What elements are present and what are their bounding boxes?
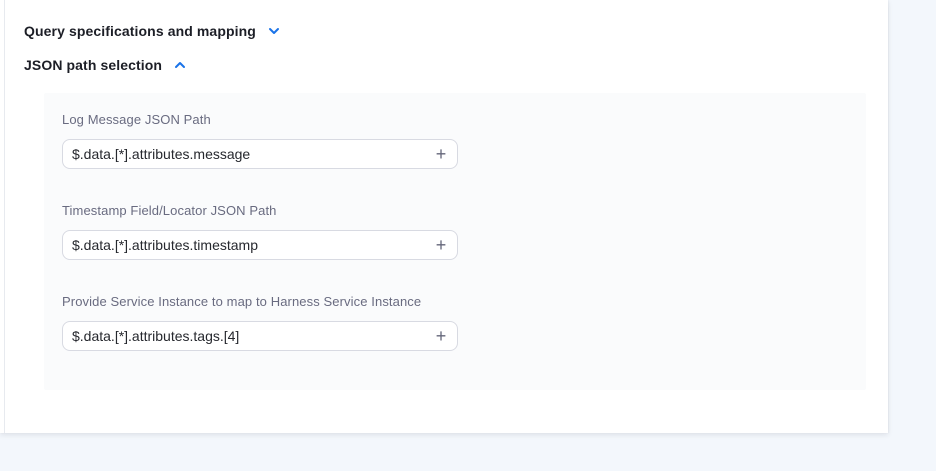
field-group-log-message: Log Message JSON Path +: [62, 112, 866, 169]
left-divider: [4, 0, 5, 433]
timestamp-json-path-input[interactable]: [62, 230, 458, 260]
json-path-panel: Log Message JSON Path + Timestamp Field/…: [44, 93, 866, 390]
input-wrap: +: [62, 139, 458, 169]
card-content: Query specifications and mapping JSON pa…: [0, 0, 888, 390]
field-label: Provide Service Instance to map to Harne…: [62, 294, 866, 309]
add-json-path-button[interactable]: +: [428, 141, 454, 167]
field-label: Log Message JSON Path: [62, 112, 866, 127]
section-header-json-path-selection[interactable]: JSON path selection: [24, 58, 888, 72]
chevron-down-icon[interactable]: [267, 24, 281, 38]
chevron-up-icon[interactable]: [173, 58, 187, 72]
settings-card: Query specifications and mapping JSON pa…: [0, 0, 888, 433]
field-group-service-instance: Provide Service Instance to map to Harne…: [62, 294, 866, 351]
service-instance-json-path-input[interactable]: [62, 321, 458, 351]
page: Query specifications and mapping JSON pa…: [0, 0, 936, 471]
log-message-json-path-input[interactable]: [62, 139, 458, 169]
input-wrap: +: [62, 321, 458, 351]
section-title: JSON path selection: [24, 57, 162, 73]
section-header-query-specifications[interactable]: Query specifications and mapping: [24, 24, 888, 38]
field-group-timestamp: Timestamp Field/Locator JSON Path +: [62, 203, 866, 260]
input-wrap: +: [62, 230, 458, 260]
add-json-path-button[interactable]: +: [428, 323, 454, 349]
section-title: Query specifications and mapping: [24, 23, 256, 39]
field-label: Timestamp Field/Locator JSON Path: [62, 203, 866, 218]
add-json-path-button[interactable]: +: [428, 232, 454, 258]
